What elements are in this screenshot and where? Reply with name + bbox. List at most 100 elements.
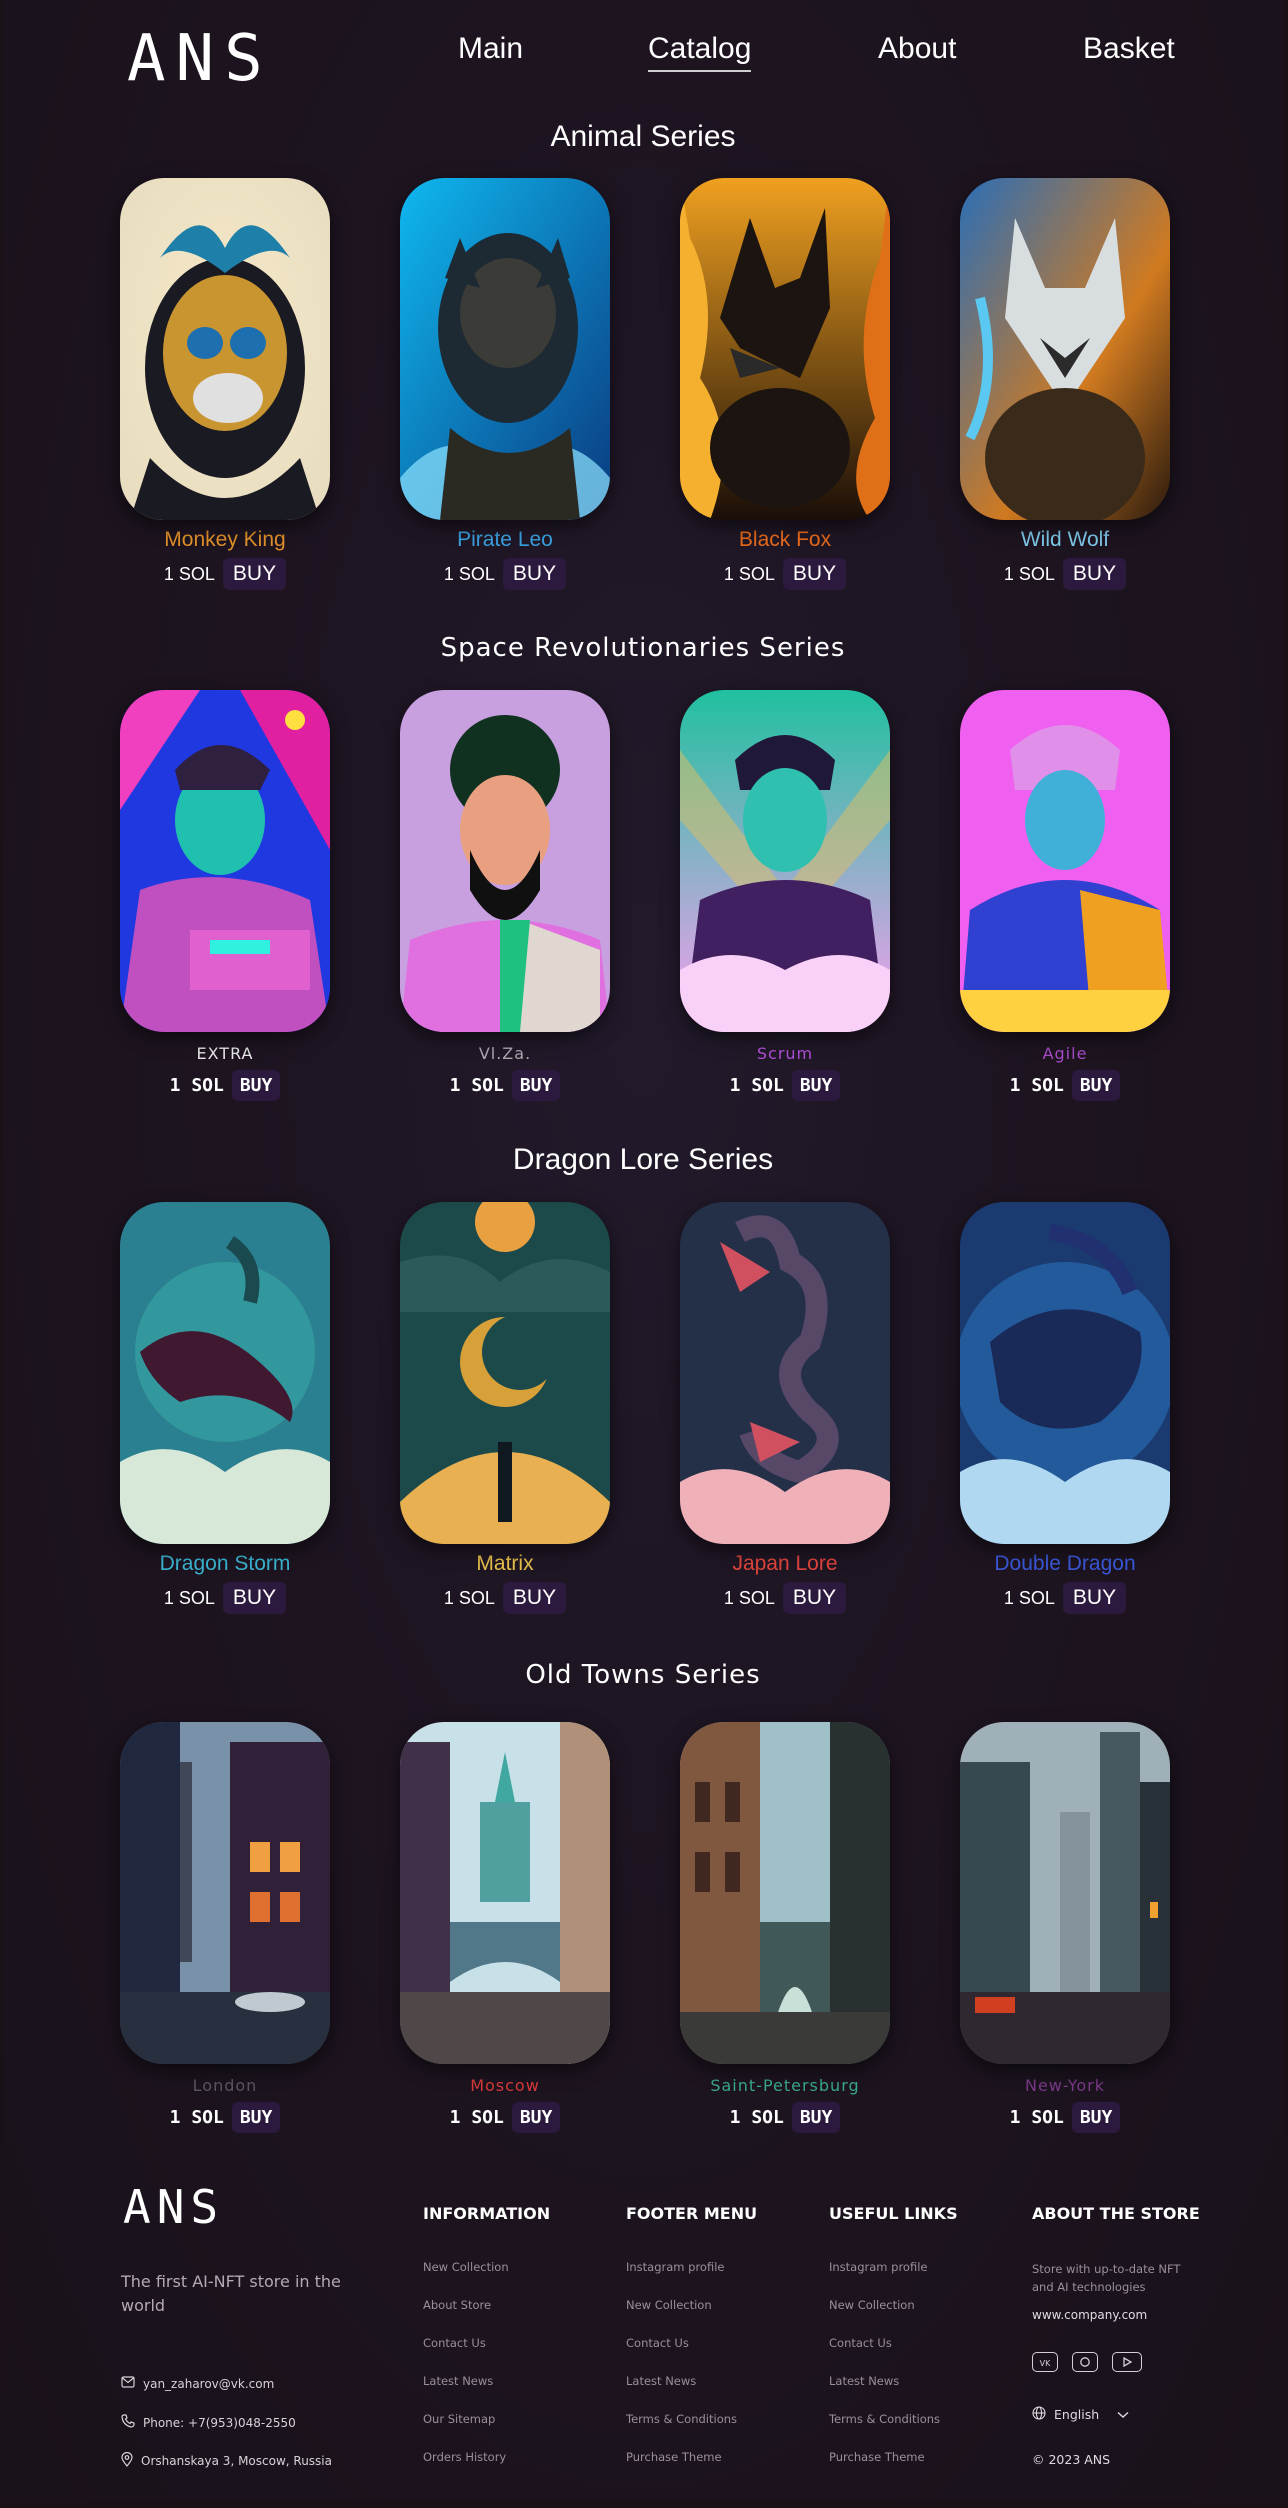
footer-link[interactable]: Latest News bbox=[626, 2374, 696, 2388]
footer-col-information: INFORMATION bbox=[423, 2204, 550, 2223]
footer-website[interactable]: www.company.com bbox=[1032, 2308, 1147, 2322]
youtube-icon[interactable] bbox=[1112, 2352, 1142, 2372]
copyright: © 2023 ANS bbox=[1032, 2452, 1111, 2467]
buy-button[interactable]: BUY bbox=[502, 1582, 567, 1614]
nft-name: Japan Lore bbox=[732, 1552, 838, 1575]
buy-button[interactable]: BUY bbox=[222, 558, 287, 590]
footer-link[interactable]: Contact Us bbox=[829, 2336, 892, 2350]
footer-phone[interactable]: Phone: +7(953)048-2550 bbox=[121, 2414, 296, 2431]
nft-artwork-extra[interactable] bbox=[120, 690, 330, 1032]
footer-logo[interactable]: ANS bbox=[123, 2180, 224, 2234]
price-row: 1 SOL BUY bbox=[120, 1070, 330, 1101]
footer-link[interactable]: New Collection bbox=[423, 2260, 509, 2274]
price-row: 1 SOL BUY bbox=[680, 1070, 890, 1101]
nft-artwork-new-york[interactable] bbox=[960, 1722, 1170, 2064]
nav-basket[interactable]: Basket bbox=[1083, 32, 1175, 66]
footer-link[interactable]: Our Sitemap bbox=[423, 2412, 495, 2426]
nft-name: Agile bbox=[1042, 1044, 1088, 1063]
nav-main[interactable]: Main bbox=[458, 32, 523, 66]
footer-address: Orshanskaya 3, Moscow, Russia bbox=[121, 2451, 332, 2470]
buy-button[interactable]: BUY bbox=[1062, 1582, 1127, 1614]
nft-price: 1 SOL bbox=[1009, 1075, 1064, 1096]
nft-price: 1 SOL bbox=[443, 1587, 495, 1608]
nav-catalog[interactable]: Catalog bbox=[648, 32, 752, 72]
language-label: English bbox=[1054, 2407, 1100, 2422]
location-pin-icon bbox=[121, 2451, 133, 2470]
phone-icon bbox=[121, 2414, 135, 2431]
buy-button[interactable]: BUY bbox=[511, 1070, 561, 1101]
footer-link[interactable]: Latest News bbox=[423, 2374, 493, 2388]
nft-card: Agile 1 SOL BUY bbox=[960, 690, 1170, 1101]
nft-card: Wild Wolf 1 SOL BUY bbox=[960, 178, 1170, 590]
nft-artwork-vlza[interactable] bbox=[400, 690, 610, 1032]
footer-col-title: INFORMATION bbox=[423, 2204, 551, 2223]
footer-social: VK bbox=[1032, 2352, 1142, 2372]
nft-name: Double Dragon bbox=[994, 1552, 1136, 1575]
nft-artwork-double-dragon[interactable] bbox=[960, 1202, 1170, 1544]
footer-link[interactable]: Instagram profile bbox=[626, 2260, 725, 2274]
buy-button[interactable]: BUY bbox=[231, 1070, 281, 1101]
nft-artwork-matrix[interactable] bbox=[400, 1202, 610, 1544]
price-row: 1 SOL BUY bbox=[960, 1070, 1170, 1101]
buy-button[interactable]: BUY bbox=[231, 2102, 281, 2133]
footer-col-title: USEFUL LINKS bbox=[829, 2204, 958, 2223]
price-row: 1 SOL BUY bbox=[960, 558, 1170, 590]
footer-link[interactable]: Orders History bbox=[423, 2450, 506, 2464]
footer-link[interactable]: Latest News bbox=[829, 2374, 899, 2388]
nft-artwork-monkey-king[interactable] bbox=[120, 178, 330, 520]
buy-button[interactable]: BUY bbox=[1062, 558, 1127, 590]
nft-artwork-dragon-storm[interactable] bbox=[120, 1202, 330, 1544]
footer-email[interactable]: yan_zaharov@vk.com bbox=[121, 2376, 274, 2391]
footer-link[interactable]: About Store bbox=[423, 2298, 491, 2312]
footer-link[interactable]: New Collection bbox=[626, 2298, 712, 2312]
nft-card: Monkey King 1 SOL BUY bbox=[120, 178, 330, 590]
price-row: 1 SOL BUY bbox=[680, 2102, 890, 2133]
footer-col-about: ABOUT THE STORE bbox=[1032, 2204, 1200, 2223]
nft-card: Moscow 1 SOL BUY bbox=[400, 1722, 610, 2133]
nft-artwork-london[interactable] bbox=[120, 1722, 330, 2064]
vk-icon[interactable]: VK bbox=[1032, 2352, 1058, 2372]
footer-col-title: ABOUT THE STORE bbox=[1032, 2204, 1200, 2223]
nft-price: 1 SOL bbox=[1003, 1587, 1055, 1608]
instagram-icon[interactable] bbox=[1072, 2352, 1098, 2372]
series-title-space: Space Revolutionaries Series bbox=[440, 633, 846, 663]
buy-button[interactable]: BUY bbox=[1071, 1070, 1121, 1101]
nft-name: Matrix bbox=[476, 1552, 534, 1575]
buy-button[interactable]: BUY bbox=[511, 2102, 561, 2133]
buy-button[interactable]: BUY bbox=[502, 558, 567, 590]
footer-phone-text: Phone: +7(953)048-2550 bbox=[143, 2415, 296, 2430]
buy-button[interactable]: BUY bbox=[791, 1070, 841, 1101]
nft-name: Wild Wolf bbox=[1020, 528, 1110, 551]
footer-link[interactable]: Instagram profile bbox=[829, 2260, 928, 2274]
buy-button[interactable]: BUY bbox=[782, 558, 847, 590]
buy-button[interactable]: BUY bbox=[791, 2102, 841, 2133]
footer-link[interactable]: New Collection bbox=[829, 2298, 915, 2312]
nft-artwork-black-fox[interactable] bbox=[680, 178, 890, 520]
footer-address-text: Orshanskaya 3, Moscow, Russia bbox=[141, 2454, 332, 2468]
nft-artwork-agile[interactable] bbox=[960, 690, 1170, 1032]
nav-about[interactable]: About bbox=[878, 32, 956, 66]
nft-artwork-japan-lore[interactable] bbox=[680, 1202, 890, 1544]
footer-link[interactable]: Contact Us bbox=[423, 2336, 486, 2350]
buy-button[interactable]: BUY bbox=[782, 1582, 847, 1614]
nft-artwork-wild-wolf[interactable] bbox=[960, 178, 1170, 520]
language-selector[interactable]: English bbox=[1032, 2406, 1129, 2423]
nft-name: Scrum bbox=[756, 1044, 814, 1063]
nft-card: London 1 SOL BUY bbox=[120, 1722, 330, 2133]
footer-link[interactable]: Terms & Conditions bbox=[626, 2412, 737, 2426]
price-row: 1 SOL BUY bbox=[400, 2102, 610, 2133]
buy-button[interactable]: BUY bbox=[222, 1582, 287, 1614]
footer-link[interactable]: Purchase Theme bbox=[626, 2450, 722, 2464]
nft-artwork-scrum[interactable] bbox=[680, 690, 890, 1032]
footer-link[interactable]: Terms & Conditions bbox=[829, 2412, 940, 2426]
nft-card: Dragon Storm 1 SOL BUY bbox=[120, 1202, 330, 1614]
nft-card: Saint-Petersburg 1 SOL BUY bbox=[680, 1722, 890, 2133]
footer-link[interactable]: Purchase Theme bbox=[829, 2450, 925, 2464]
nft-artwork-saint-petersburg[interactable] bbox=[680, 1722, 890, 2064]
nft-artwork-moscow[interactable] bbox=[400, 1722, 610, 2064]
nft-name: New-York bbox=[1024, 2076, 1106, 2095]
footer-link[interactable]: Contact Us bbox=[626, 2336, 689, 2350]
buy-button[interactable]: BUY bbox=[1071, 2102, 1121, 2133]
nft-artwork-pirate-leo[interactable] bbox=[400, 178, 610, 520]
nft-card: Black Fox 1 SOL BUY bbox=[680, 178, 890, 590]
